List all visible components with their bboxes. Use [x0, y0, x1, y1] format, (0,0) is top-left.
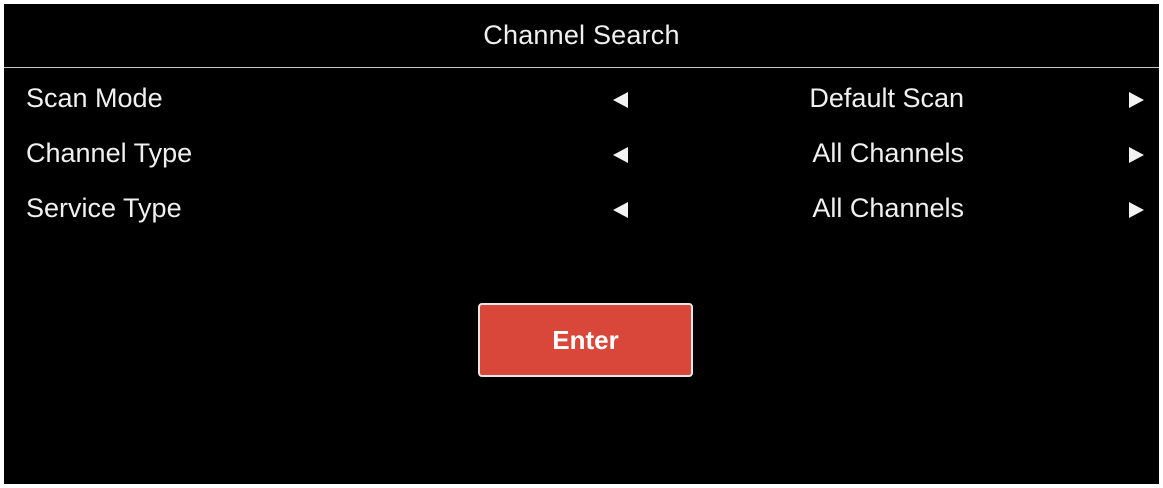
settings-list: Scan Mode Default Scan Channel Type All … — [4, 72, 1159, 237]
enter-button[interactable]: Enter — [478, 303, 693, 377]
setting-row-service-type[interactable]: Service Type All Channels — [4, 182, 1159, 237]
triangle-right-icon[interactable] — [1129, 92, 1144, 108]
setting-row-scan-mode[interactable]: Scan Mode Default Scan — [4, 72, 1159, 127]
title-bar: Channel Search — [4, 4, 1159, 68]
channel-search-screen: Channel Search Scan Mode Default Scan Ch… — [4, 4, 1159, 484]
triangle-right-icon[interactable] — [1129, 202, 1144, 218]
scan-mode-label: Scan Mode — [26, 83, 163, 113]
triangle-right-icon[interactable] — [1129, 147, 1144, 163]
triangle-left-icon[interactable] — [613, 92, 628, 108]
triangle-left-icon[interactable] — [613, 147, 628, 163]
channel-type-value: All Channels — [812, 138, 964, 168]
service-type-value: All Channels — [812, 193, 964, 223]
setting-row-channel-type[interactable]: Channel Type All Channels — [4, 127, 1159, 182]
page-title: Channel Search — [483, 20, 680, 50]
scan-mode-value: Default Scan — [809, 83, 964, 113]
service-type-label: Service Type — [26, 193, 182, 223]
enter-button-label: Enter — [552, 324, 619, 355]
triangle-left-icon[interactable] — [613, 202, 628, 218]
channel-type-label: Channel Type — [26, 138, 193, 168]
